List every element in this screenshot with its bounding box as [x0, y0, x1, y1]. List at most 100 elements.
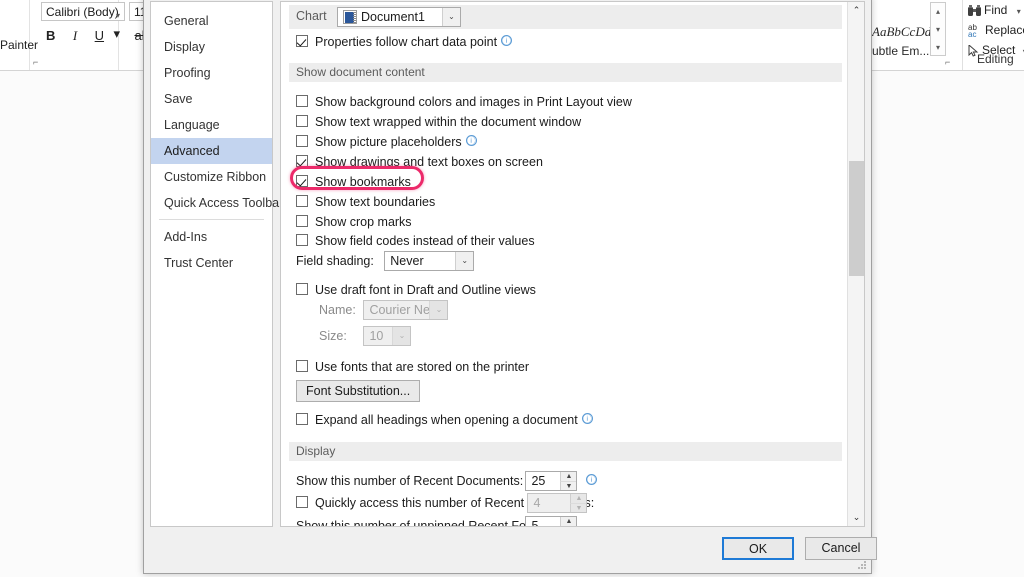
sidebar-item-advanced[interactable]: Advanced: [151, 138, 272, 164]
checkbox-icon[interactable]: [296, 215, 308, 227]
draft-font-size-label: Size:: [319, 329, 347, 343]
ok-button[interactable]: OK: [722, 537, 794, 560]
italic-button[interactable]: I: [73, 28, 77, 44]
style-scroll-down-icon[interactable]: ▾: [931, 21, 945, 38]
checkbox-use-draft-font[interactable]: Use draft font in Draft and Outline view…: [296, 280, 536, 300]
draft-font-size-value: 10: [369, 329, 384, 343]
resize-grip-icon[interactable]: [858, 561, 868, 571]
style-gallery-item-1[interactable]: AaBbCcDd: [872, 24, 931, 40]
style-gallery-item-2[interactable]: ubtle Em...: [872, 44, 929, 58]
style-scroll-up-icon[interactable]: ▴: [931, 3, 945, 20]
stepper-up-icon[interactable]: ▲: [560, 517, 577, 526]
find-chevron-down-icon[interactable]: ▾: [1017, 7, 1021, 16]
chart-document-value: Document1: [361, 10, 425, 24]
recent-folders-label: Show this number of unpinned Recent Fold…: [296, 519, 557, 526]
quick-access-recent-documents-setting[interactable]: Quickly access this number of Recent Doc…: [296, 493, 595, 513]
sidebar-item-add-ins[interactable]: Add-Ins: [151, 224, 272, 250]
sidebar-item-language[interactable]: Language: [151, 112, 272, 138]
checkbox-icon[interactable]: [296, 115, 308, 127]
field-shading-dropdown[interactable]: Never ⌄: [384, 251, 475, 271]
checkbox-show-drawings-and-text-boxes[interactable]: Show drawings and text boxes on screen: [296, 152, 543, 172]
word-document-icon: [343, 9, 357, 24]
checkbox-expand-all-headings[interactable]: Expand all headings when opening a docum…: [296, 410, 593, 430]
checkbox-show-field-codes[interactable]: Show field codes instead of their values: [296, 231, 535, 251]
stepper-up-icon[interactable]: ▲: [560, 472, 577, 481]
info-icon[interactable]: ⓘ: [501, 34, 513, 46]
checkbox-show-bookmarks[interactable]: Show bookmarks: [296, 172, 411, 192]
chart-label: Chart: [296, 9, 327, 23]
checkbox-show-crop-marks[interactable]: Show crop marks: [296, 212, 412, 232]
checkbox-use-printer-fonts[interactable]: Use fonts that are stored on the printer: [296, 357, 529, 377]
style-gallery-more-icon[interactable]: ▾: [931, 39, 945, 56]
editing-group-label: Editing: [977, 52, 1014, 66]
binoculars-icon: [968, 5, 981, 17]
chevron-down-icon: ▾: [115, 11, 120, 20]
dialog-body: General Display Proofing Save Language A…: [144, 0, 871, 533]
options-vertical-scrollbar[interactable]: ⌃ ⌄: [847, 2, 864, 526]
checkbox-properties-follow-chart-data-point[interactable]: Properties follow chart data point ⓘ: [296, 32, 513, 52]
checkbox-icon[interactable]: [296, 413, 308, 425]
checkbox-label: Show field codes instead of their values: [315, 234, 535, 248]
chevron-down-icon[interactable]: ⌄: [455, 252, 474, 270]
sidebar-item-trust-center[interactable]: Trust Center: [151, 250, 272, 276]
clipboard-dialog-launcher-icon[interactable]: ⌐: [33, 57, 38, 67]
checkbox-label: Show crop marks: [315, 215, 412, 229]
checkbox-icon[interactable]: [296, 175, 308, 187]
scrollbar-thumb[interactable]: [849, 161, 864, 276]
sidebar-item-proofing[interactable]: Proofing: [151, 60, 272, 86]
checkbox-icon[interactable]: [296, 95, 308, 107]
checkbox-icon[interactable]: [296, 234, 308, 246]
sidebar-item-label: Trust Center: [164, 256, 234, 270]
info-icon[interactable]: ⓘ: [585, 473, 597, 485]
checkbox-icon[interactable]: [296, 195, 308, 207]
underline-chevron-down-icon[interactable]: ▾: [113, 26, 120, 42]
sidebar-item-display[interactable]: Display: [151, 34, 272, 60]
sidebar-item-general[interactable]: General: [151, 8, 272, 34]
sidebar-item-label: Add-Ins: [164, 230, 208, 244]
checkbox-show-background-colors[interactable]: Show background colors and images in Pri…: [296, 92, 632, 112]
quick-access-recent-documents-label: Quickly access this number of Recent Doc…: [315, 496, 595, 510]
cancel-button[interactable]: Cancel: [805, 537, 877, 560]
checkbox-icon[interactable]: [296, 35, 308, 47]
replace-button[interactable]: ab ac Replace: [968, 23, 1024, 38]
checkbox-icon[interactable]: [296, 283, 308, 295]
styles-dialog-launcher-icon[interactable]: ⌐: [945, 57, 950, 67]
checkbox-icon[interactable]: [296, 360, 308, 372]
chevron-down-icon: ⌄: [429, 301, 448, 319]
font-name-combo[interactable]: Calibri (Body) ▾: [41, 2, 125, 21]
underline-button[interactable]: U: [95, 28, 104, 43]
sidebar-item-label: Proofing: [164, 66, 211, 80]
field-shading-setting: Field shading: Never ⌄: [296, 251, 475, 271]
quick-access-recent-documents-value: 4: [533, 496, 541, 510]
draft-font-name-label: Name:: [319, 303, 356, 317]
checkbox-icon[interactable]: [296, 135, 308, 147]
options-category-list[interactable]: General Display Proofing Save Language A…: [150, 1, 283, 527]
scroll-down-icon[interactable]: ⌄: [848, 509, 864, 526]
recent-documents-stepper[interactable]: 25 ▲ ▼: [525, 471, 578, 491]
bold-button[interactable]: B: [46, 28, 55, 43]
checkbox-label: Show background colors and images in Pri…: [315, 95, 632, 109]
info-icon[interactable]: ⓘ: [465, 134, 477, 146]
checkbox-icon[interactable]: [296, 496, 308, 508]
recent-folders-stepper[interactable]: 5 ▲ ▼: [525, 516, 578, 526]
sidebar-item-label: Save: [164, 92, 193, 106]
options-content-pane: Chart Document1 ⌄ Properties follow char…: [280, 1, 865, 527]
info-icon[interactable]: ⓘ: [581, 412, 593, 424]
checkbox-show-text-wrapped[interactable]: Show text wrapped within the document wi…: [296, 112, 581, 132]
checkbox-show-picture-placeholders[interactable]: Show picture placeholders ⓘ: [296, 132, 477, 152]
chart-document-dropdown[interactable]: Document1 ⌄: [337, 7, 461, 27]
checkbox-show-text-boundaries[interactable]: Show text boundaries: [296, 192, 435, 212]
sidebar-item-quick-access-toolbar[interactable]: Quick Access Toolbar: [151, 190, 283, 216]
scroll-up-icon[interactable]: ⌃: [848, 2, 864, 19]
checkbox-label: Use draft font in Draft and Outline view…: [315, 283, 536, 297]
replace-label: Replace: [985, 23, 1024, 37]
chevron-down-icon[interactable]: ⌄: [442, 8, 460, 26]
font-substitution-button[interactable]: Font Substitution...: [296, 380, 421, 402]
find-button[interactable]: Find ▾: [968, 3, 1021, 17]
checkbox-icon[interactable]: [296, 155, 308, 167]
sidebar-item-customize-ribbon[interactable]: Customize Ribbon: [151, 164, 272, 190]
style-gallery-scrollbar[interactable]: ▴ ▾ ▾: [930, 2, 946, 56]
stepper-down-icon[interactable]: ▼: [560, 481, 577, 490]
word-options-dialog: General Display Proofing Save Language A…: [143, 0, 877, 574]
sidebar-item-save[interactable]: Save: [151, 86, 272, 112]
